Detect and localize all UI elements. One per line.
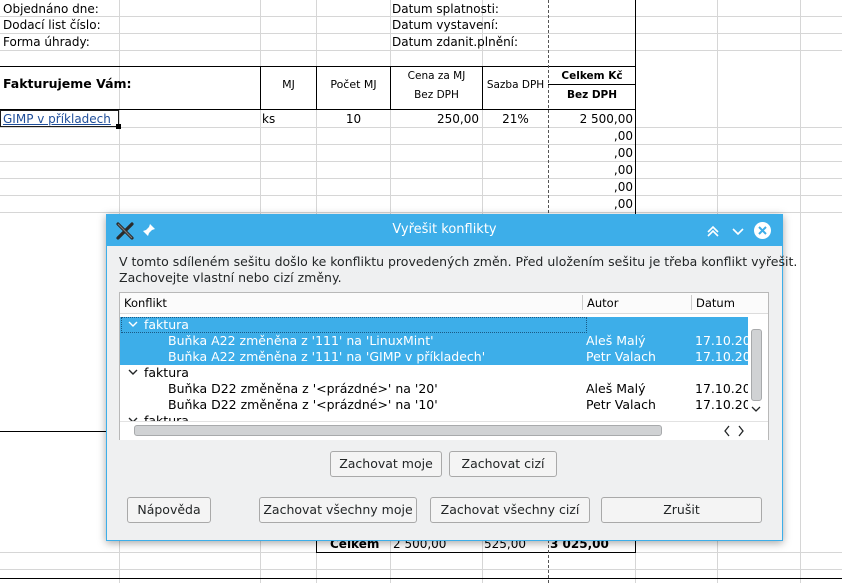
grid-line [0, 569, 842, 570]
minimize-icon[interactable] [730, 223, 746, 242]
list-rows: faktura Buňka A22 změněna z '111' na 'Li… [120, 317, 748, 421]
tree-item-row[interactable]: Buňka D22 změněna z '<prázdné>' na '20' … [120, 381, 748, 397]
grid-line [0, 195, 842, 196]
conflict-tree-list[interactable]: Konflikt Autor Datum faktura Buňka A22 z… [119, 292, 769, 440]
cell-delivery-note-label[interactable]: Dodací list číslo: [3, 17, 101, 33]
tree-group-row[interactable]: faktura [120, 365, 748, 381]
cell-tax-date-label[interactable]: Datum zdanit.plnění: [392, 34, 518, 50]
grid-line [0, 50, 842, 51]
table-border [0, 578, 842, 579]
keep-all-mine-button[interactable]: Zachovat všechny moje [259, 497, 417, 523]
cell-header-unit-price[interactable]: Cena za MJ [391, 68, 482, 84]
vertical-scroll-thumb[interactable] [751, 329, 762, 401]
conflict-date: 17.10.201 [695, 397, 748, 412]
grid-line [0, 178, 842, 179]
grid-line [0, 127, 842, 128]
cell-header-total-sub[interactable]: Bez DPH [549, 87, 635, 103]
table-border [0, 66, 636, 67]
help-button[interactable]: Nápověda [127, 497, 211, 523]
keep-mine-button[interactable]: Zachovat moje [330, 451, 442, 477]
cell-header-unit[interactable]: MJ [261, 77, 316, 93]
conflict-date: 17.10.201 [695, 349, 748, 364]
dialog-message: V tomto sdíleném sešitu došlo ke konflik… [119, 254, 797, 286]
horizontal-scroll-thumb[interactable] [134, 425, 662, 436]
conflict-date: 17.10.201 [695, 381, 748, 396]
cell-payment-form-label[interactable]: Forma úhrady: [3, 34, 90, 50]
grid-line [800, 0, 801, 583]
grid-line [0, 144, 842, 145]
conflict-author: Aleš Malý [586, 381, 646, 396]
group-name: faktura [144, 413, 189, 421]
keep-all-others-button[interactable]: Zachovat všechny cizí [430, 497, 590, 523]
tree-group-row[interactable]: faktura [120, 413, 748, 421]
cell-item-total[interactable]: 2 500,00 [549, 111, 633, 127]
conflict-author: Petr Valach [586, 349, 656, 364]
cancel-button[interactable]: Zrušit [601, 497, 762, 523]
scroll-right-icon[interactable] [736, 425, 746, 440]
selected-cell-cursor [0, 110, 121, 129]
tree-item-row[interactable]: Buňka A22 změněna z '111' na 'LinuxMint'… [120, 333, 748, 349]
cell-row-total[interactable]: ,00 [549, 128, 633, 144]
column-divider [582, 295, 583, 310]
cell-row-total[interactable]: ,00 [549, 179, 633, 195]
cell-header-quantity[interactable]: Počet MJ [317, 77, 390, 93]
list-header: Konflikt Autor Datum [120, 293, 768, 314]
cell-header-vat-rate[interactable]: Sazba DPH [483, 77, 548, 93]
column-header-author[interactable]: Autor [587, 296, 618, 310]
tree-item-row[interactable]: Buňka D22 změněna z '<prázdné>' na '10' … [120, 397, 748, 413]
table-border [548, 84, 636, 85]
group-name: faktura [144, 365, 189, 380]
conflict-description: Buňka A22 změněna z '111' na 'LinuxMint' [168, 333, 434, 348]
scroll-down-icon[interactable] [751, 403, 761, 417]
column-header-date[interactable]: Datum [696, 296, 735, 310]
dialog-title: Vyřešit konflikty [392, 222, 497, 237]
cell-invoice-heading[interactable]: Fakturujeme Vám: [3, 76, 132, 92]
dialog-titlebar[interactable]: Vyřešit konflikty [107, 215, 782, 246]
cell-row-total[interactable]: ,00 [549, 145, 633, 161]
cell-item-unit[interactable]: ks [262, 111, 275, 127]
cell-due-date-label[interactable]: Datum splatnosti: [392, 1, 499, 17]
column-divider [691, 295, 692, 310]
grid-line [0, 212, 842, 213]
close-icon[interactable] [753, 221, 772, 243]
keep-others-button[interactable]: Zachovat cizí [449, 451, 557, 477]
scroll-left-icon[interactable] [722, 425, 732, 440]
conflict-description: Buňka A22 změněna z '111' na 'GIMP v pří… [168, 349, 486, 364]
dialog-message-line-2: Zachovejte vlastní nebo cizí změny. [119, 270, 342, 285]
cell-issue-date-label[interactable]: Datum vystavení: [392, 17, 498, 33]
cell-ordered-date-label[interactable]: Objednáno dne: [3, 1, 99, 17]
conflict-description: Buňka D22 změněna z '<prázdné>' na '20' [168, 381, 438, 396]
conflict-author: Aleš Malý [586, 333, 646, 348]
dialog-message-line-1: V tomto sdíleném sešitu došlo ke konflik… [119, 254, 798, 269]
conflict-description: Buňka D22 změněna z '<prázdné>' na '10' [168, 397, 438, 412]
conflict-author: Petr Valach [586, 397, 656, 412]
cell-item-quantity[interactable]: 10 [317, 111, 390, 127]
conflict-date: 17.10.201 [695, 333, 748, 348]
cell-row-total[interactable]: ,00 [549, 196, 633, 212]
vertical-scrollbar[interactable] [748, 315, 766, 421]
horizontal-scrollbar[interactable] [120, 421, 768, 440]
tree-group-row[interactable]: faktura [120, 317, 748, 333]
cell-item-vat[interactable]: 21% [483, 111, 548, 127]
focus-rect [121, 317, 587, 333]
cell-row-total[interactable]: ,00 [549, 162, 633, 178]
chevron-down-icon[interactable] [128, 413, 138, 421]
table-border [0, 431, 106, 432]
resolve-conflicts-dialog: Vyřešit konflikty V tomto sdíleném sešit… [106, 214, 797, 541]
column-header-conflict[interactable]: Konflikt [124, 296, 167, 310]
cell-item-price[interactable]: 250,00 [391, 111, 479, 127]
tree-item-row[interactable]: Buňka A22 změněna z '111' na 'GIMP v pří… [120, 349, 748, 365]
keep-above-icon[interactable] [705, 223, 721, 242]
cell-header-total[interactable]: Celkem Kč [549, 68, 635, 84]
cell-header-unit-price-sub[interactable]: Bez DPH [391, 87, 482, 103]
table-border [316, 552, 636, 553]
grid-line [0, 161, 842, 162]
